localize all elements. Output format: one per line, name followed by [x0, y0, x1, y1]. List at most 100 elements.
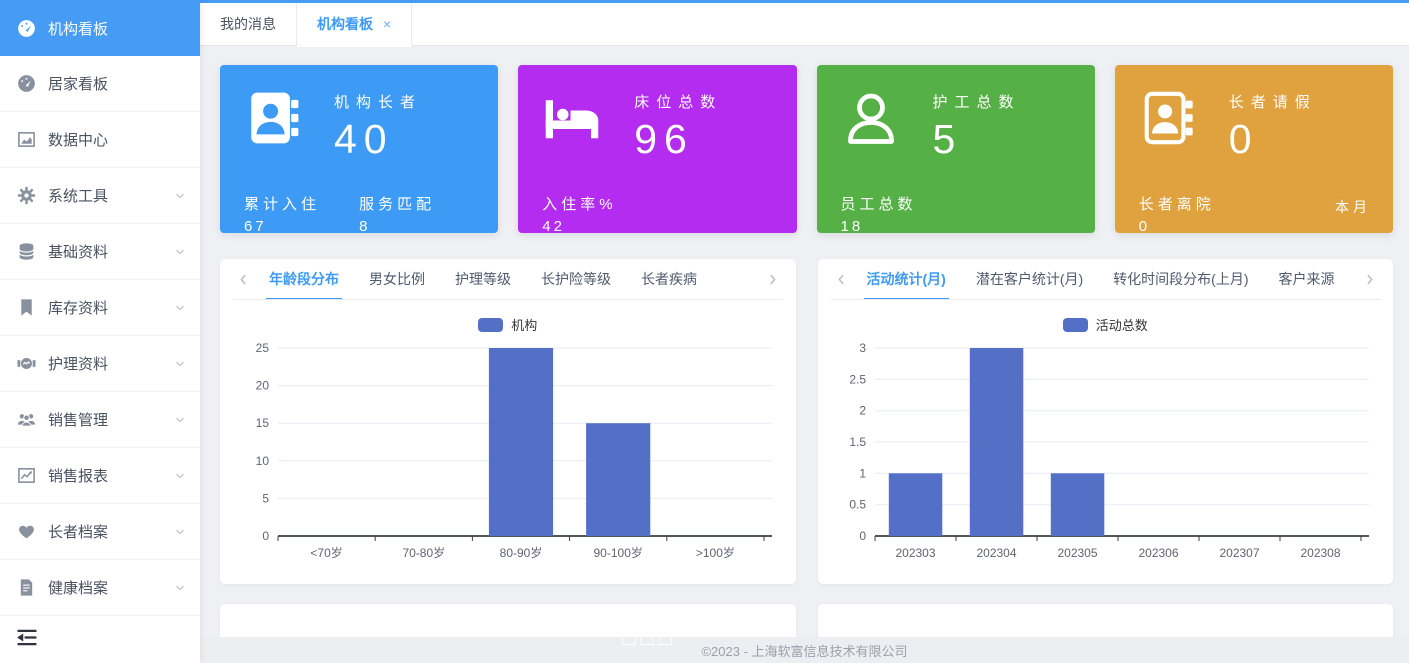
bed-icon: [542, 89, 602, 181]
stat-card-total-beds: 床位总数 96 入住率% 42: [518, 65, 796, 233]
sidebar-item-label: 健康档案: [48, 577, 174, 598]
card-metric: 服务匹配 8: [359, 193, 474, 235]
svg-text:25: 25: [255, 341, 269, 355]
svg-text:1.5: 1.5: [850, 435, 867, 449]
panel-tab-activity-stats-3[interactable]: 客户来源: [1263, 259, 1349, 299]
chart-panels-row: 年龄段分布男女比例护理等级长护险等级长者疾病 机构 0510152025<70岁…: [220, 259, 1393, 584]
tab-bar: 我的消息 机构看板×: [200, 3, 1409, 46]
svg-text:90-100岁: 90-100岁: [593, 545, 642, 560]
sidebar-item-label: 销售管理: [48, 409, 174, 430]
card-metric: 长者离院 0: [1139, 193, 1254, 235]
card-metric: 入住率% 42: [542, 193, 657, 235]
sidebar-item-elder-archive[interactable]: 长者档案: [0, 504, 200, 560]
tabs-scroll-right-icon[interactable]: [762, 273, 783, 286]
chart-panel-activity-stats: 活动统计(月)潜在客户统计(月)转化时间段分布(上月)客户来源 活动总数 0 0.…: [818, 259, 1394, 584]
metric-value: 42: [542, 218, 657, 235]
sidebar-item-system-tools[interactable]: 系统工具: [0, 168, 200, 224]
svg-text:202308: 202308: [1301, 546, 1341, 560]
svg-text:2.5: 2.5: [850, 372, 867, 386]
panel-tab-activity-stats-2[interactable]: 转化时间段分布(上月): [1098, 259, 1263, 299]
sidebar-collapse-row: [0, 619, 200, 663]
chart-legend[interactable]: 活动总数: [818, 315, 1394, 334]
metric-value: 0: [1139, 218, 1254, 235]
sidebar-item-org-dashboard[interactable]: 机构看板: [0, 0, 200, 56]
tabs-scroll-right-icon[interactable]: [1359, 273, 1380, 286]
svg-text:0: 0: [860, 529, 867, 543]
panel-tab-activity-stats-0[interactable]: 活动统计(月): [852, 259, 961, 299]
panel-extra-right: [818, 604, 1394, 637]
card-corner-note: 本月: [1335, 197, 1371, 217]
svg-text:20: 20: [255, 379, 269, 393]
handshake-icon: [16, 354, 36, 374]
svg-text:>100岁: >100岁: [696, 545, 735, 560]
svg-text:1: 1: [860, 466, 867, 480]
svg-text:15: 15: [255, 416, 269, 430]
tabs-scroll-left-icon[interactable]: [831, 273, 852, 286]
stat-cards-row: 机构长者 40 累计入住 67 服务匹配 8 床位总数 96 入住率% 42: [220, 65, 1393, 233]
panel-tab-age-distribution-2[interactable]: 护理等级: [440, 259, 526, 299]
panel-tab-age-distribution-1[interactable]: 男女比例: [354, 259, 440, 299]
sidebar-item-nursing-data[interactable]: 护理资料: [0, 336, 200, 392]
chevron-down-icon: [174, 582, 186, 594]
svg-text:202306: 202306: [1139, 546, 1179, 560]
svg-text:70-80岁: 70-80岁: [402, 545, 445, 560]
panel-tabs: 年龄段分布男女比例护理等级长护险等级长者疾病: [233, 259, 783, 300]
tab-label: 我的消息: [220, 14, 276, 34]
sidebar-item-inventory-data[interactable]: 库存资料: [0, 280, 200, 336]
svg-text:80-90岁: 80-90岁: [499, 545, 542, 560]
sidebar-item-label: 居家看板: [48, 73, 186, 94]
collapse-menu-icon[interactable]: [16, 629, 38, 646]
tab-org-dashboard[interactable]: 机构看板×: [297, 3, 412, 47]
chevron-down-icon: [174, 302, 186, 314]
metric-label: 入住率%: [542, 193, 657, 214]
file-icon: [16, 578, 36, 598]
chevron-down-icon: [174, 246, 186, 258]
app-root: 机构看板居家看板数据中心系统工具基础资料库存资料护理资料销售管理销售报表长者档案…: [0, 0, 1409, 663]
close-icon[interactable]: ×: [383, 16, 391, 32]
users-icon: [16, 410, 36, 430]
card-title: 机构长者: [334, 91, 422, 112]
chevron-down-icon: [174, 190, 186, 202]
sidebar-item-base-data[interactable]: 基础资料: [0, 224, 200, 280]
panel-tab-age-distribution-0[interactable]: 年龄段分布: [254, 259, 354, 299]
tabs-scroll-left-icon[interactable]: [233, 273, 254, 286]
sidebar-item-data-center[interactable]: 数据中心: [0, 112, 200, 168]
card-value: 5: [933, 118, 1021, 161]
chevron-down-icon: [174, 470, 186, 482]
person-outline-icon: [841, 89, 901, 181]
gauge-icon: [16, 74, 36, 94]
gauge-icon: [16, 18, 36, 38]
panel-extra-left: [220, 604, 796, 637]
panel-tab-age-distribution-3[interactable]: 长护险等级: [526, 259, 626, 299]
card-value: 40: [334, 118, 422, 161]
chart-area-icon: [16, 130, 36, 150]
sidebar-item-health-archive[interactable]: 健康档案: [0, 560, 200, 616]
panel-tab-age-distribution-4[interactable]: 长者疾病: [626, 259, 712, 299]
footer: □□□ ©2023 - 上海软富信息技术有限公司: [200, 637, 1409, 663]
svg-text:202304: 202304: [977, 546, 1017, 560]
metric-label: 长者离院: [1139, 193, 1254, 214]
chevron-down-icon: [174, 414, 186, 426]
sidebar-item-label: 长者档案: [48, 521, 174, 542]
heart-icon: [16, 522, 36, 542]
sidebar-item-home-dashboard[interactable]: 居家看板: [0, 56, 200, 112]
sidebar-item-label: 系统工具: [48, 185, 174, 206]
bar-chart: 0510152025<70岁70-80岁80-90岁90-100岁>100岁: [238, 338, 778, 570]
sidebar-item-sales-report[interactable]: 销售报表: [0, 448, 200, 504]
sidebar-item-label: 销售报表: [48, 465, 174, 486]
sidebar-menu: 机构看板居家看板数据中心系统工具基础资料库存资料护理资料销售管理销售报表长者档案…: [0, 0, 200, 616]
metric-label: 累计入住: [244, 193, 359, 214]
svg-text:10: 10: [255, 454, 269, 468]
sidebar-item-label: 护理资料: [48, 353, 174, 374]
panel-tab-activity-stats-1[interactable]: 潜在客户统计(月): [961, 259, 1098, 299]
svg-text:5: 5: [262, 491, 269, 505]
sidebar-item-label: 机构看板: [48, 18, 186, 39]
svg-text:202303: 202303: [896, 546, 936, 560]
chart-legend[interactable]: 机构: [220, 315, 796, 334]
tab-my-messages[interactable]: 我的消息: [200, 3, 297, 45]
chevron-down-icon: [174, 358, 186, 370]
stat-card-elder-leave: 长者请假 0 长者离院 0 本月: [1115, 65, 1393, 233]
svg-text:0.5: 0.5: [850, 498, 867, 512]
sidebar-item-sales-mgmt[interactable]: 销售管理: [0, 392, 200, 448]
sidebar: 机构看板居家看板数据中心系统工具基础资料库存资料护理资料销售管理销售报表长者档案…: [0, 0, 200, 663]
